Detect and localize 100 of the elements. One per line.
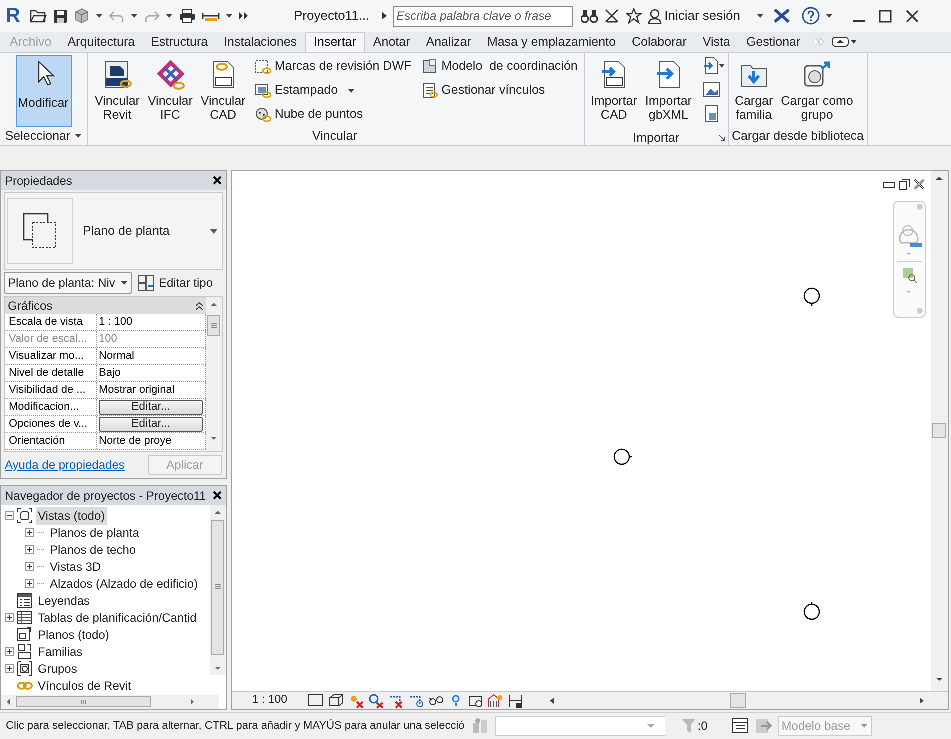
analysis-icon[interactable] [488,692,504,708]
star-icon[interactable] [626,8,642,24]
expand-toggle[interactable] [25,545,34,554]
caret-icon[interactable] [96,14,103,18]
user-icon[interactable] [648,8,662,24]
close-icon[interactable] [914,179,925,190]
ribbon-small-button[interactable]: Nube de puntos [254,105,412,124]
ribbon-small-button[interactable]: Marcas de revisión DWF [254,57,412,76]
ribbon-small-button[interactable]: Estampado [254,81,412,100]
edit-type-button[interactable]: Editar tipo [138,274,214,292]
cube-icon[interactable] [74,8,90,24]
shadows-icon[interactable] [368,692,384,708]
minimize-icon[interactable] [883,182,895,188]
view-scale[interactable]: 1 : 100 [232,692,308,710]
ribbon-button[interactable]: Vincular CAD [198,55,249,127]
edit-button[interactable]: Editar... [99,400,203,414]
sign-in-label[interactable]: Iniciar sesión [664,6,741,26]
ribbon-button[interactable]: Importar CAD [588,55,640,127]
visual-style-icon[interactable] [328,692,344,708]
ruler-icon[interactable] [202,10,220,22]
tree-item[interactable]: Familias [36,642,85,660]
vertical-scrollbar[interactable] [210,505,226,675]
tree-item[interactable]: Vistas 3D [48,558,104,576]
expand-toggle[interactable] [25,579,34,588]
ribbon-button[interactable]: Importar gbXML [642,55,695,127]
ribbon-tab[interactable]: Arquitectura [60,32,144,52]
tree-item[interactable]: Alzados (Alzado de edificio) [48,574,200,592]
ribbon-tab[interactable]: Anotar [365,32,418,52]
property-value[interactable]: Norte de proye [99,432,172,450]
close-icon[interactable] [906,10,919,22]
editable-only-icon[interactable] [732,718,749,734]
tree-item[interactable]: Vínculos de Revit [36,676,134,694]
caret-icon[interactable] [756,14,764,18]
expand-toggle[interactable] [25,562,34,571]
ribbon-tab[interactable]: Vista [694,32,738,52]
ribbon-button[interactable]: Cargar familia [732,55,776,127]
ribbon-button[interactable]: Vincular Revit [92,55,143,127]
ribbon-button[interactable]: Modificar [16,55,72,127]
close-icon[interactable] [213,176,222,185]
constraints-icon[interactable] [508,692,524,708]
help-icon[interactable] [802,7,820,25]
collapse-icon[interactable] [196,302,203,310]
tree-item[interactable]: Tablas de planificación/Cantid [36,608,199,626]
tree-item[interactable]: Planos de techo [48,540,138,558]
ribbon-tab[interactable]: Gestionar [738,32,809,52]
open-folder-icon[interactable] [30,9,47,23]
ribbon-tab[interactable]: Masa y emplazamiento [479,32,624,52]
tree-item[interactable]: Planos (todo) [36,626,112,644]
play-icon[interactable] [382,12,387,20]
expand-toggle[interactable] [5,647,14,656]
property-value[interactable]: Mostrar original [99,382,175,398]
ribbon-tab[interactable]: Estructura [143,32,216,52]
tree-item[interactable]: Planos de planta [48,524,142,542]
ribbon-button[interactable]: Vincular IFC [144,55,196,127]
expand-toggle[interactable] [5,664,14,673]
elevation-marker[interactable] [802,601,822,623]
property-value[interactable]: 1 : 100 [99,314,133,330]
tree-item[interactable]: Grupos [36,660,80,678]
edit-button[interactable]: Editar... [99,416,203,432]
document-icon[interactable] [702,105,721,123]
collapse-toggle[interactable] [5,511,14,520]
horizontal-scrollbar[interactable] [1,695,219,709]
ribbon-small-button[interactable]: Modelo de coordinación [422,57,578,76]
maximize-icon[interactable] [878,10,892,22]
property-value: 100 [99,332,118,347]
help-link[interactable]: Ayuda de propiedades [5,456,125,474]
ribbon-tab[interactable]: Analizar [418,32,480,52]
property-value[interactable]: Normal [99,348,134,364]
expand-toggle[interactable] [25,528,34,537]
app-logo[interactable]: R [6,1,24,31]
ribbon-small-button[interactable]: Gestionar vínculos [422,81,578,100]
caret-icon[interactable] [131,14,138,18]
ribbon-toggle-icon[interactable] [832,37,858,47]
image-icon[interactable] [702,81,721,99]
ribbon-tab[interactable]: Colaborar [624,32,695,52]
detail-level-icon[interactable] [308,692,324,708]
tree-item[interactable]: Vistas (todo) [36,506,108,524]
ribbon-button[interactable]: Cargar como grupo [778,55,856,127]
tree-item[interactable]: Leyendas [36,592,92,610]
ribbon-tab[interactable]: Instalaciones [216,32,306,52]
restore-icon[interactable] [899,179,910,190]
caret-icon[interactable] [226,14,233,18]
caret-icon[interactable] [166,14,173,18]
close-icon[interactable] [213,491,222,500]
save-icon[interactable] [53,8,68,24]
property-value[interactable]: Bajo [99,364,122,382]
elevation-marker[interactable] [612,446,632,468]
double-chevron-icon[interactable] [239,12,248,20]
search-field[interactable]: Escriba palabra clave o frase [392,6,573,26]
elevation-marker[interactable] [802,285,822,307]
printer-icon[interactable] [179,8,196,24]
caret-icon[interactable] [826,14,833,18]
ribbon-tab[interactable]: Insertar [305,32,366,52]
type-dropdown[interactable]: Plano de planta: Niv [4,272,132,294]
dialog-launcher-icon[interactable] [718,135,725,141]
binoculars-icon[interactable] [580,9,598,23]
import-file-icon[interactable] [702,57,725,75]
type-selector[interactable]: Plano de planta [4,192,223,270]
expand-toggle[interactable] [5,613,14,622]
caret-icon[interactable] [74,134,82,138]
